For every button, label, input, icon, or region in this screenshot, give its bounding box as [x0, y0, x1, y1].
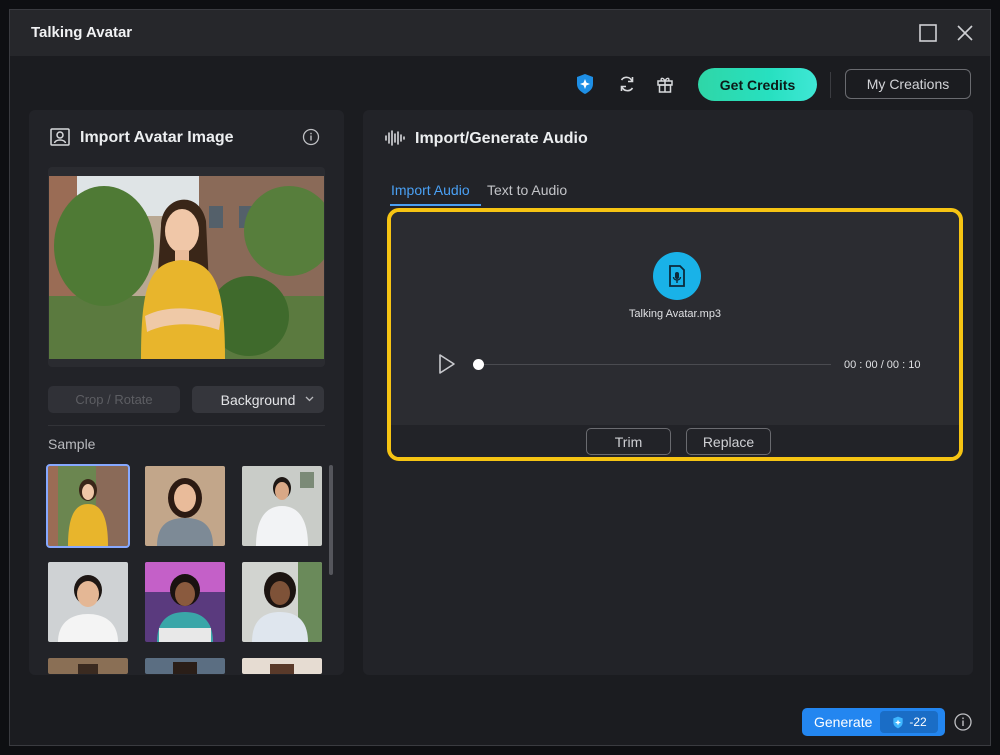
audio-player: Talking Avatar.mp3 00 : 00 / 00 : 10 [391, 212, 959, 425]
sample-thumb-8[interactable] [145, 658, 225, 674]
sample-thumb-1[interactable] [46, 464, 130, 548]
replace-button[interactable]: Replace [686, 428, 771, 455]
sample-thumb-5[interactable] [145, 562, 225, 642]
audio-progress-handle[interactable] [473, 359, 484, 370]
credit-cost-value: -22 [909, 715, 927, 729]
generate-button[interactable]: Generate -22 [802, 708, 945, 736]
credits-shield-icon[interactable] [573, 72, 597, 96]
sample-thumb-6[interactable] [242, 562, 322, 642]
sample-thumb-4[interactable] [48, 562, 128, 642]
background-dropdown[interactable]: Background [192, 386, 324, 413]
audio-progress-track[interactable] [479, 364, 831, 365]
sample-scrollbar[interactable] [329, 465, 333, 575]
sample-thumb-7[interactable] [48, 658, 128, 674]
tab-text-to-audio[interactable]: Text to Audio [487, 182, 567, 198]
portrait-icon [50, 128, 70, 146]
audio-file-icon [653, 252, 701, 300]
window-title: Talking Avatar [31, 24, 133, 41]
avatar-panel: Import Avatar Image Crop / Rotate Backgr… [29, 110, 344, 675]
info-icon[interactable] [302, 128, 320, 146]
get-credits-button[interactable]: Get Credits [698, 68, 817, 101]
gift-icon[interactable] [653, 72, 677, 96]
play-icon[interactable] [435, 353, 457, 375]
sample-thumb-9[interactable] [242, 658, 322, 674]
divider [48, 425, 325, 426]
audio-panel-title: Import/Generate Audio [415, 130, 588, 147]
avatar-preview [48, 167, 325, 367]
sample-label: Sample [48, 436, 96, 452]
title-bar: Talking Avatar [10, 10, 990, 56]
avatar-panel-title: Import Avatar Image [80, 129, 234, 146]
sample-thumb-3[interactable] [242, 466, 322, 546]
crop-rotate-button[interactable]: Crop / Rotate [48, 386, 180, 413]
active-tab-indicator [390, 204, 481, 206]
chevron-down-icon [305, 396, 314, 402]
trim-button[interactable]: Trim [586, 428, 671, 455]
info-icon[interactable] [953, 712, 973, 732]
generate-label: Generate [814, 714, 873, 730]
credits-shield-icon [893, 716, 903, 728]
toolbar-divider [830, 72, 831, 98]
tab-import-audio[interactable]: Import Audio [391, 182, 470, 198]
maximize-icon[interactable] [917, 22, 939, 44]
audio-actions: Trim Replace [391, 425, 959, 457]
talking-avatar-window: Talking Avatar Get Credits My Creations … [9, 9, 991, 746]
generate-credit-cost: -22 [880, 711, 938, 733]
my-creations-button[interactable]: My Creations [845, 69, 971, 99]
refresh-icon[interactable] [615, 72, 639, 96]
close-icon[interactable] [954, 22, 976, 44]
audio-file-name: Talking Avatar.mp3 [628, 308, 722, 320]
avatar-image [49, 176, 324, 359]
background-label: Background [220, 391, 296, 408]
audio-time: 00 : 00 / 00 : 10 [844, 359, 921, 371]
waveform-icon [385, 130, 405, 146]
audio-player-card: Talking Avatar.mp3 00 : 00 / 00 : 10 Tri… [387, 208, 963, 461]
sample-thumb-2[interactable] [145, 466, 225, 546]
audio-panel: Import/Generate Audio Import Audio Text … [363, 110, 973, 675]
